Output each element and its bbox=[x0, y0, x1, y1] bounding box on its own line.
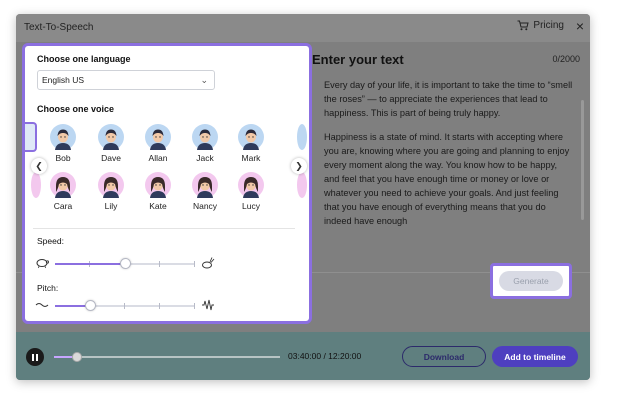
selected-voice-card[interactable] bbox=[25, 122, 37, 152]
text-scrollbar[interactable] bbox=[581, 100, 584, 220]
generate-button[interactable]: Generate bbox=[499, 271, 563, 291]
pitch-slider-handle[interactable] bbox=[84, 300, 96, 311]
avatar bbox=[192, 124, 218, 150]
voice-name: Cara bbox=[53, 201, 73, 211]
avatar bbox=[238, 124, 264, 150]
slider-tick bbox=[194, 261, 195, 267]
pricing-label: Pricing bbox=[533, 20, 564, 31]
voice-name: Kate bbox=[149, 201, 167, 211]
voice-option[interactable]: Cara bbox=[41, 172, 85, 211]
voice-option[interactable]: Bob bbox=[41, 124, 85, 163]
slider-tick bbox=[159, 261, 160, 267]
high-wave-icon bbox=[202, 299, 214, 311]
voice-option[interactable]: Kate bbox=[136, 172, 180, 211]
speed-slider-handle[interactable] bbox=[119, 258, 131, 269]
pause-button[interactable] bbox=[26, 348, 44, 366]
avatar bbox=[192, 172, 218, 198]
voice-name: Allan bbox=[148, 153, 168, 163]
voice-option[interactable]: Jack bbox=[183, 124, 227, 163]
playback-timeline[interactable] bbox=[54, 352, 280, 362]
voice-option[interactable]: Mark bbox=[229, 124, 273, 163]
voice-name: Mark bbox=[241, 153, 261, 163]
title-bar: Text-To-Speech Pricing × bbox=[16, 14, 590, 42]
divider bbox=[33, 228, 295, 229]
rabbit-icon bbox=[202, 257, 215, 269]
turtle-icon bbox=[36, 259, 49, 269]
speed-slider[interactable] bbox=[55, 258, 195, 269]
voice-option[interactable]: Dave bbox=[89, 124, 133, 163]
voice-option[interactable]: Nancy bbox=[183, 172, 227, 211]
slider-tick bbox=[194, 303, 195, 309]
avatar bbox=[98, 124, 124, 150]
voice-option[interactable]: Allan bbox=[136, 124, 180, 163]
speed-label: Speed: bbox=[37, 236, 64, 246]
avatar bbox=[145, 172, 171, 198]
generate-highlight: Generate bbox=[490, 263, 572, 299]
voice-option[interactable]: Lily bbox=[89, 172, 133, 211]
text-paragraph: Happiness is a state of mind. It starts … bbox=[324, 132, 570, 226]
add-to-timeline-button[interactable]: Add to timeline bbox=[492, 346, 578, 367]
voice-name: Bob bbox=[55, 153, 71, 163]
avatar bbox=[98, 172, 124, 198]
text-heading: Enter your text bbox=[312, 52, 404, 67]
voice-label: Choose one voice bbox=[37, 104, 115, 114]
voice-name: Lucy bbox=[242, 201, 260, 211]
chevron-down-icon: ⌄ bbox=[200, 75, 208, 85]
character-count: 0/2000 bbox=[552, 54, 580, 64]
cart-icon bbox=[517, 20, 530, 31]
voice-name: Lily bbox=[104, 201, 118, 211]
voice-settings-panel: Choose one language English US ⌄ Choose … bbox=[22, 43, 312, 324]
download-button[interactable]: Download bbox=[402, 346, 486, 367]
pricing-link[interactable]: Pricing bbox=[517, 20, 564, 31]
pitch-label: Pitch: bbox=[37, 283, 59, 293]
close-icon[interactable]: × bbox=[576, 18, 584, 34]
avatar bbox=[238, 172, 264, 198]
language-label: Choose one language bbox=[37, 54, 131, 64]
text-area[interactable]: Every day of your life, it is important … bbox=[324, 78, 574, 238]
voice-grid: ❮ ❯ Bob Dave Allan Jack Mark Cara Lily Kate Nanc… bbox=[25, 120, 309, 236]
partial-avatar[interactable] bbox=[297, 172, 307, 198]
slider-tick bbox=[124, 303, 125, 309]
pitch-slider[interactable] bbox=[55, 300, 195, 311]
app-title: Text-To-Speech bbox=[24, 22, 94, 33]
timeline-handle[interactable] bbox=[71, 352, 82, 362]
text-paragraph: Every day of your life, it is important … bbox=[324, 80, 573, 118]
text-editor[interactable]: Enter your text 0/2000 Every day of your… bbox=[308, 44, 588, 284]
chevron-right-icon[interactable]: ❯ bbox=[291, 158, 307, 174]
partial-avatar[interactable] bbox=[31, 172, 41, 198]
partial-avatar[interactable] bbox=[297, 124, 307, 150]
voice-option[interactable]: Lucy bbox=[229, 172, 273, 211]
language-value: English US bbox=[42, 75, 85, 85]
voice-name: Dave bbox=[101, 153, 121, 163]
voice-name: Jack bbox=[196, 153, 214, 163]
slider-tick bbox=[159, 303, 160, 309]
player-bar: 03:40:00 / 12:20:00 Download Add to time… bbox=[16, 332, 590, 380]
avatar bbox=[50, 172, 76, 198]
avatar bbox=[50, 124, 76, 150]
speed-slider-fill bbox=[55, 263, 125, 265]
low-wave-icon bbox=[35, 303, 49, 307]
avatar bbox=[145, 124, 171, 150]
language-select[interactable]: English US ⌄ bbox=[37, 70, 215, 90]
voice-name: Nancy bbox=[192, 201, 218, 211]
pause-icon bbox=[32, 353, 34, 361]
time-readout: 03:40:00 / 12:20:00 bbox=[288, 351, 362, 361]
